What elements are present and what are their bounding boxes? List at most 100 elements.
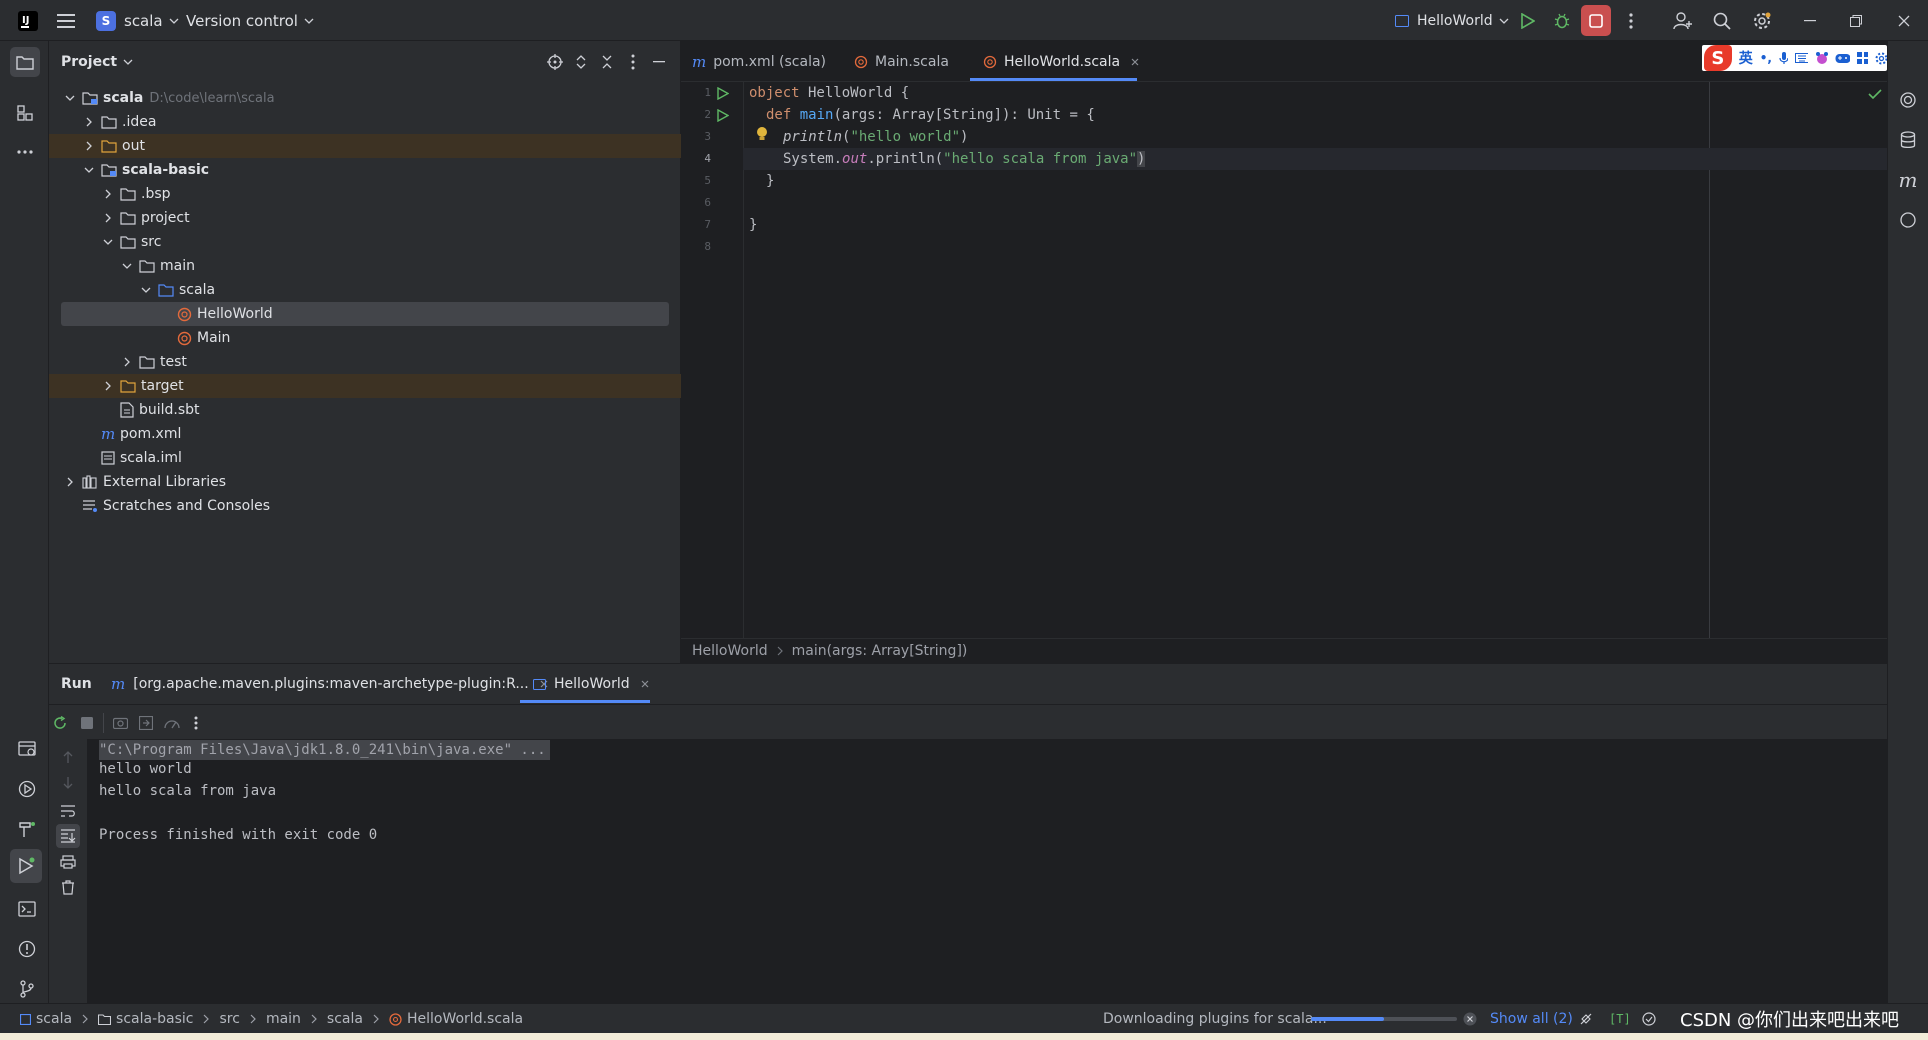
- project-tool-button[interactable]: [10, 47, 40, 77]
- run-gutter-icon[interactable]: [717, 87, 729, 100]
- scroll-to-end-button[interactable]: [56, 824, 80, 848]
- cancel-task-button[interactable]: [1463, 1004, 1477, 1034]
- tree-row-main-object[interactable]: Main: [49, 326, 681, 350]
- run-tool-button[interactable]: [10, 849, 42, 883]
- tree-label: src: [141, 234, 162, 250]
- excluded-folder-icon: [101, 140, 117, 153]
- tree-row-main[interactable]: main: [49, 254, 681, 278]
- project-switcher[interactable]: S scala: [96, 0, 179, 41]
- status-crumb[interactable]: main: [266, 1011, 301, 1027]
- debug-button[interactable]: [1547, 6, 1577, 36]
- more-actions-button[interactable]: [1616, 6, 1646, 36]
- terminal-tool-button[interactable]: [12, 894, 42, 924]
- tree-label: External Libraries: [103, 474, 226, 490]
- build-tool-button[interactable]: [12, 814, 42, 844]
- tree-row-project[interactable]: project: [49, 206, 681, 230]
- status-crumb[interactable]: HelloWorld.scala: [407, 1011, 523, 1027]
- soft-wrap-icon[interactable]: [60, 804, 76, 818]
- tree-row-scala-basic[interactable]: scala-basic: [49, 158, 681, 182]
- power-save-button[interactable]: [1579, 1004, 1593, 1034]
- tree-row-iml[interactable]: scala.iml: [49, 446, 681, 470]
- breadcrumb-item[interactable]: HelloWorld: [692, 643, 768, 659]
- close-window-button[interactable]: [1889, 6, 1919, 36]
- tree-row-scala-root[interactable]: scala D:\code\learn\scala: [49, 86, 681, 110]
- tree-row-external-libraries[interactable]: External Libraries: [49, 470, 681, 494]
- run-gutter-icon[interactable]: [717, 109, 729, 122]
- minimize-window-button[interactable]: [1795, 6, 1825, 36]
- status-crumb[interactable]: scala: [327, 1011, 363, 1027]
- app-logo-icon[interactable]: IJ: [18, 0, 38, 41]
- inspection-status-button[interactable]: [1642, 1004, 1656, 1034]
- status-crumb[interactable]: scala-basic: [116, 1011, 193, 1027]
- close-icon[interactable]: [1131, 58, 1139, 66]
- main-menu-icon[interactable]: [57, 0, 75, 41]
- trash-icon[interactable]: [61, 880, 75, 895]
- tree-row-test[interactable]: test: [49, 350, 681, 374]
- search-button[interactable]: [1707, 6, 1737, 36]
- keyboard-icon: [1795, 53, 1809, 63]
- background-task-label[interactable]: Downloading plugins for scala...: [1103, 1004, 1327, 1034]
- minimize-icon: [653, 61, 665, 63]
- tree-row-pom[interactable]: m pom.xml: [49, 422, 681, 446]
- hide-panel-button[interactable]: [644, 47, 674, 77]
- git-tool-button[interactable]: [12, 974, 42, 1004]
- console-output[interactable]: "C:\Program Files\Java\jdk1.8.0_241\bin\…: [87, 739, 1887, 1011]
- more-vertical-icon[interactable]: [194, 716, 198, 730]
- run-tab-maven[interactable]: m [org.apache.maven.plugins:maven-archet…: [111, 664, 548, 704]
- tab-main-scala[interactable]: Main.scala: [854, 41, 949, 82]
- stop-icon[interactable]: [81, 717, 93, 729]
- arrow-up-icon[interactable]: [63, 750, 73, 764]
- matched-paren: ): [1137, 151, 1146, 167]
- coverage-icon[interactable]: [164, 716, 180, 730]
- tree-row-src[interactable]: src: [49, 230, 681, 254]
- restore-window-button[interactable]: [1841, 6, 1871, 36]
- code-area[interactable]: 1 2 3 4 5 6 7 8 object HelloWorld { def …: [681, 82, 1887, 638]
- rerun-icon[interactable]: [53, 716, 67, 730]
- tab-pom-xml[interactable]: m pom.xml (scala): [692, 41, 826, 82]
- expand-all-icon: [576, 55, 586, 69]
- maven-tool-button[interactable]: m: [1893, 165, 1923, 195]
- indent-status-icon[interactable]: [T]: [1609, 1004, 1631, 1034]
- lightbulb-icon[interactable]: [756, 126, 768, 142]
- run-circle-icon: [18, 780, 36, 798]
- ai-assistant-button[interactable]: [1893, 85, 1923, 115]
- code-line-3: println("hello world"): [783, 126, 968, 148]
- tree-row-build-sbt[interactable]: build.sbt: [49, 398, 681, 422]
- more-tools-button[interactable]: [10, 137, 40, 167]
- show-all-tasks-link[interactable]: Show all (2): [1490, 1004, 1573, 1034]
- database-button[interactable]: [1893, 125, 1923, 155]
- tab-helloworld-scala[interactable]: HelloWorld.scala: [983, 41, 1139, 82]
- stop-button[interactable]: [1581, 5, 1611, 36]
- ime-toolbar[interactable]: S 英 •,: [1702, 45, 1887, 71]
- tree-row-out[interactable]: out: [49, 134, 681, 158]
- camera-icon[interactable]: [113, 716, 128, 729]
- run-dashboard-button[interactable]: [12, 774, 42, 804]
- settings-button[interactable]: [1747, 6, 1777, 36]
- add-user-button[interactable]: [1668, 6, 1698, 36]
- project-panel-header[interactable]: Project: [61, 41, 133, 82]
- run-button[interactable]: [1513, 6, 1543, 36]
- tree-row-target[interactable]: target: [49, 374, 681, 398]
- services-tool-button[interactable]: [12, 734, 42, 764]
- arrow-down-icon[interactable]: [63, 776, 73, 790]
- tree-row-scala-src[interactable]: scala: [49, 278, 681, 302]
- run-config-selector[interactable]: HelloWorld: [1395, 0, 1509, 41]
- tree-row-bsp[interactable]: .bsp: [49, 182, 681, 206]
- version-control-menu[interactable]: Version control: [186, 0, 314, 41]
- notifications-button[interactable]: [1893, 205, 1923, 235]
- run-tab-helloworld[interactable]: HelloWorld: [533, 664, 649, 704]
- status-crumb[interactable]: src: [219, 1011, 239, 1027]
- tree-row-scratches[interactable]: Scratches and Consoles: [49, 494, 681, 518]
- restore-layout-icon[interactable]: [139, 716, 153, 730]
- tree-row-idea[interactable]: .idea: [49, 110, 681, 134]
- structure-tool-button[interactable]: [10, 98, 40, 128]
- tree-row-helloworld[interactable]: HelloWorld: [49, 302, 681, 326]
- problems-tool-button[interactable]: [12, 934, 42, 964]
- tree-label: Main: [197, 330, 231, 346]
- status-crumb[interactable]: scala: [36, 1011, 72, 1027]
- chevron-down-icon: [1499, 18, 1509, 24]
- print-icon[interactable]: [60, 855, 76, 869]
- close-icon[interactable]: [641, 680, 649, 688]
- breadcrumb-item[interactable]: main(args: Array[String]): [792, 643, 968, 659]
- code-text: }: [766, 173, 775, 189]
